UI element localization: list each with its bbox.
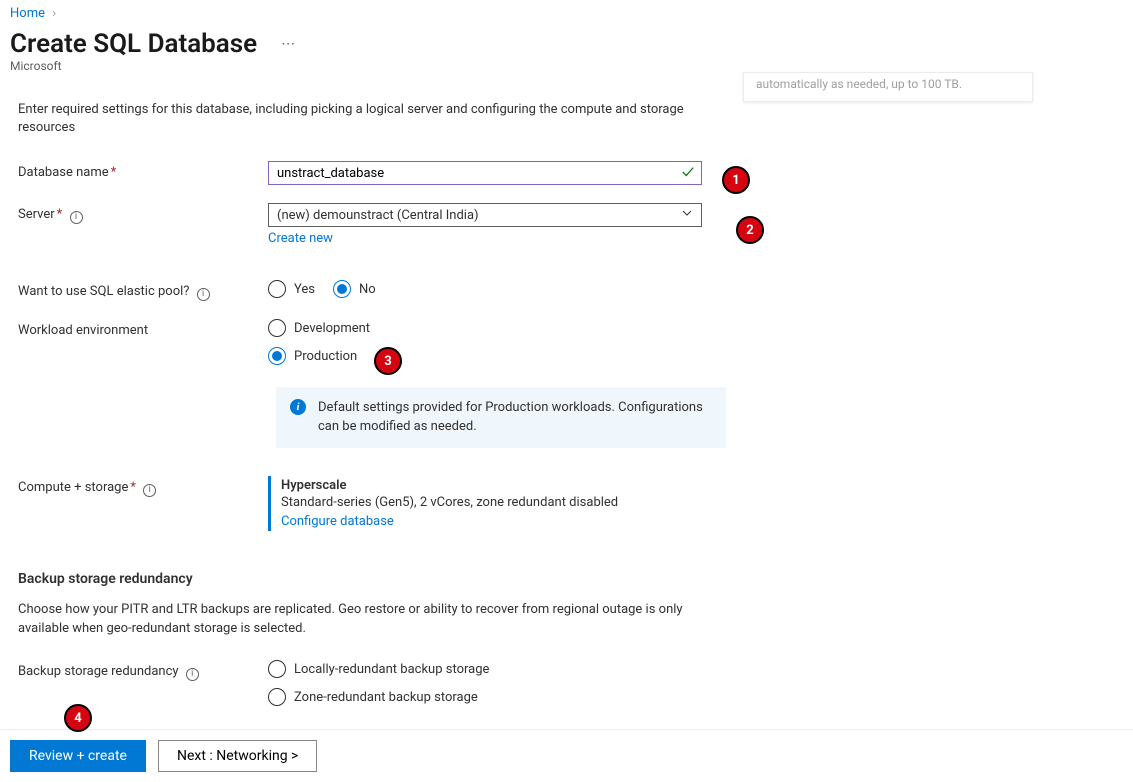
- compute-summary: Hyperscale Standard-series (Gen5), 2 vCo…: [268, 476, 702, 531]
- intro-text: Enter required settings for this databas…: [18, 101, 702, 137]
- elastic-no-radio[interactable]: No: [333, 280, 376, 298]
- info-icon[interactable]: i: [70, 211, 83, 224]
- review-create-button[interactable]: Review + create: [10, 740, 146, 772]
- info-card: automatically as needed, up to 100 TB.: [743, 72, 1033, 102]
- backup-section-description: Choose how your PITR and LTR backups are…: [18, 601, 698, 639]
- configure-database-link[interactable]: Configure database: [281, 514, 394, 529]
- radio-label-yes: Yes: [294, 282, 315, 297]
- next-networking-button[interactable]: Next : Networking >: [158, 740, 317, 772]
- row-workload: Workload environment Development Product…: [18, 319, 702, 365]
- callout-marker-4: 4: [64, 704, 92, 732]
- info-circle-icon: i: [290, 399, 306, 415]
- label-workload: Workload environment: [18, 319, 268, 338]
- required-asterisk: *: [57, 207, 63, 222]
- callout-marker-3: 3: [374, 347, 402, 375]
- callout-marker-1: 1: [722, 166, 750, 194]
- workload-info-box: i Default settings provided for Producti…: [276, 387, 726, 447]
- elastic-yes-radio[interactable]: Yes: [268, 280, 315, 298]
- form-content: Enter required settings for this databas…: [0, 79, 720, 772]
- radio-icon: [268, 660, 286, 678]
- info-icon[interactable]: i: [143, 484, 156, 497]
- row-compute: Compute + storage* i Hyperscale Standard…: [18, 476, 702, 531]
- workload-prod-radio[interactable]: Production: [268, 347, 702, 365]
- label-database-name: Database name*: [18, 161, 268, 180]
- required-asterisk: *: [111, 165, 117, 180]
- row-backup-redundancy: Backup storage redundancy i Locally-redu…: [18, 660, 702, 706]
- row-server: Server* i (new) demounstract (Central In…: [18, 203, 702, 246]
- server-select-value: (new) demounstract (Central India): [277, 208, 479, 223]
- compute-spec: Standard-series (Gen5), 2 vCores, zone r…: [281, 495, 702, 510]
- label-server: Server* i: [18, 203, 268, 224]
- server-select[interactable]: (new) demounstract (Central India): [268, 203, 702, 227]
- breadcrumb: Home ›: [0, 0, 1133, 25]
- chevron-down-icon: [681, 207, 693, 223]
- database-name-input-wrap: [268, 161, 702, 185]
- radio-icon: [268, 280, 286, 298]
- more-icon[interactable]: ⋯: [281, 36, 297, 52]
- radio-label-no: No: [359, 282, 376, 297]
- radio-label-local: Locally-redundant backup storage: [294, 662, 489, 677]
- backup-zone-radio[interactable]: Zone-redundant backup storage: [268, 688, 702, 706]
- label-compute: Compute + storage* i: [18, 476, 268, 497]
- breadcrumb-home[interactable]: Home: [10, 6, 45, 21]
- info-icon[interactable]: i: [186, 668, 199, 681]
- check-icon: [681, 165, 695, 183]
- row-elastic-pool: Want to use SQL elastic pool? i Yes No: [18, 280, 702, 301]
- radio-icon: [268, 688, 286, 706]
- radio-label-dev: Development: [294, 321, 370, 336]
- compute-tier: Hyperscale: [281, 478, 702, 493]
- page-header: Create SQL Database ⋯: [0, 25, 1133, 59]
- row-database-name: Database name*: [18, 161, 702, 185]
- callout-marker-2: 2: [736, 216, 764, 244]
- radio-icon: [268, 319, 286, 337]
- info-card-text: automatically as needed, up to 100 TB.: [756, 77, 962, 91]
- radio-icon: [333, 280, 351, 298]
- workload-dev-radio[interactable]: Development: [268, 319, 702, 337]
- backup-section-heading: Backup storage redundancy: [18, 571, 702, 587]
- required-asterisk: *: [130, 480, 136, 495]
- label-elastic-pool: Want to use SQL elastic pool? i: [18, 280, 268, 301]
- chevron-right-icon: ›: [52, 6, 56, 21]
- database-name-input[interactable]: [269, 162, 701, 184]
- wizard-footer: Review + create Next : Networking >: [0, 729, 1133, 782]
- radio-label-zone: Zone-redundant backup storage: [294, 690, 478, 705]
- info-icon[interactable]: i: [197, 288, 210, 301]
- create-new-server-link[interactable]: Create new: [268, 231, 333, 246]
- label-backup-redundancy: Backup storage redundancy i: [18, 660, 268, 681]
- page-title: Create SQL Database: [10, 29, 257, 59]
- backup-local-radio[interactable]: Locally-redundant backup storage: [268, 660, 702, 678]
- workload-info-text: Default settings provided for Production…: [318, 399, 712, 435]
- radio-icon: [268, 347, 286, 365]
- radio-label-prod: Production: [294, 349, 357, 364]
